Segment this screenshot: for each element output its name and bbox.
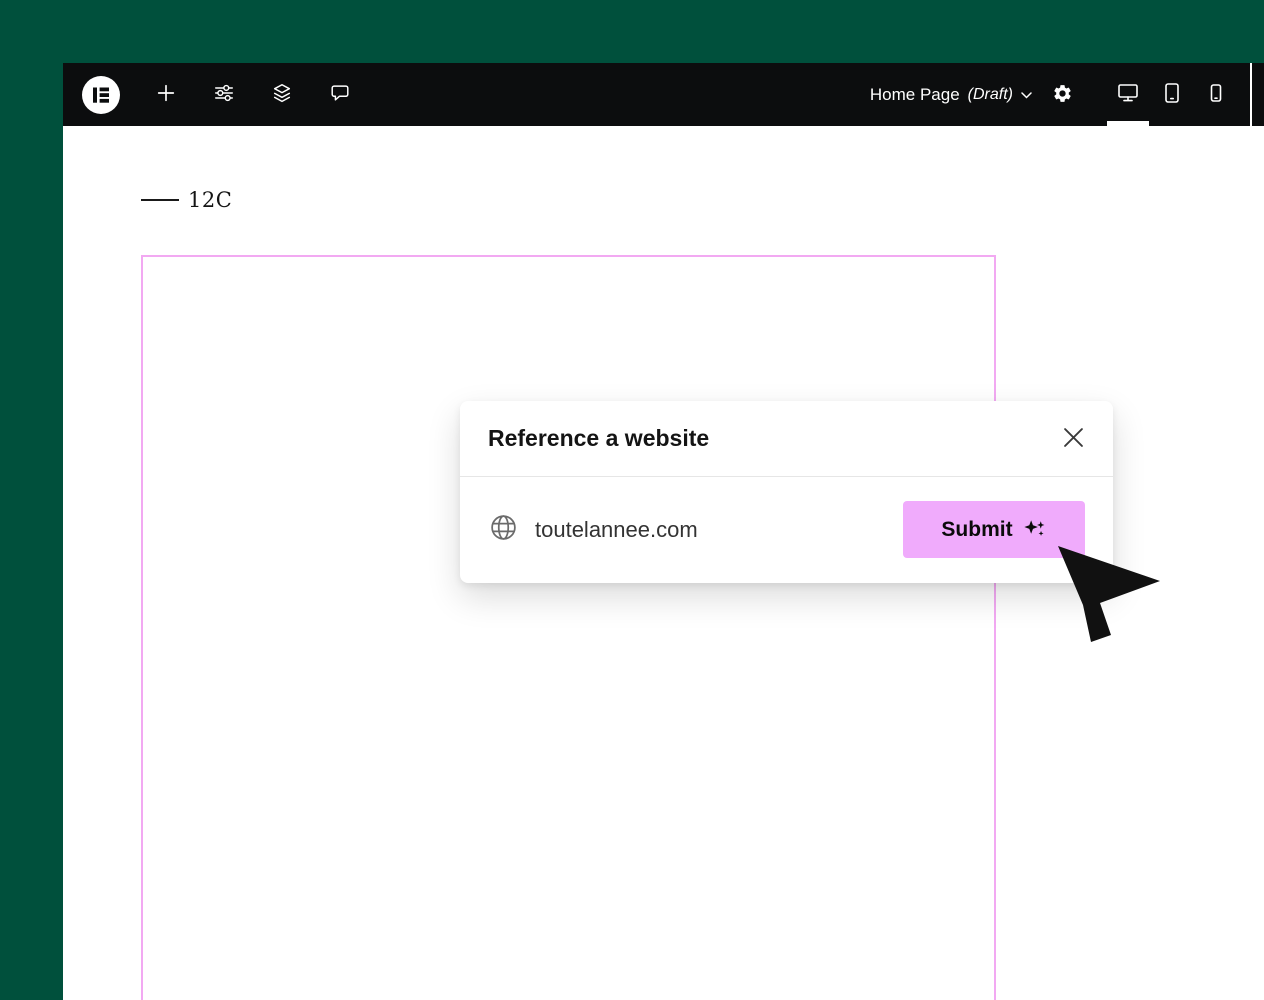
reference-website-modal: Reference a website xyxy=(460,401,1113,583)
sliders-icon xyxy=(213,82,235,107)
modal-body: Submit xyxy=(460,477,1113,582)
add-element-button[interactable] xyxy=(154,83,178,107)
desktop-monitor-icon xyxy=(1116,81,1140,108)
page-switcher[interactable]: Home Page (Draft) xyxy=(870,85,1032,105)
topbar-right-stub xyxy=(1252,63,1264,126)
device-desktop-button[interactable] xyxy=(1116,83,1140,107)
plus-icon xyxy=(155,82,177,107)
device-mobile-button[interactable] xyxy=(1204,83,1228,107)
site-settings-button[interactable] xyxy=(212,83,236,107)
responsive-device-switcher xyxy=(1116,83,1228,107)
submit-button-label: Submit xyxy=(941,518,1012,542)
active-device-indicator xyxy=(1107,121,1149,128)
close-icon xyxy=(1064,428,1083,450)
notes-button[interactable] xyxy=(328,83,352,107)
structure-button[interactable] xyxy=(270,83,294,107)
tablet-icon xyxy=(1160,81,1184,108)
selected-section-outline[interactable] xyxy=(141,255,996,1000)
editor-backdrop: Home Page (Draft) xyxy=(0,0,1264,1000)
page-switcher-status: (Draft) xyxy=(968,86,1013,104)
topbar-left-group xyxy=(63,76,352,114)
elementor-logo-icon xyxy=(82,102,120,117)
speech-bubble-icon xyxy=(329,82,351,107)
layers-icon xyxy=(271,82,293,107)
sparkles-icon xyxy=(1022,516,1047,544)
topbar-right-group: Home Page (Draft) xyxy=(870,63,1264,126)
gear-icon xyxy=(1052,83,1073,107)
modal-header: Reference a website xyxy=(460,401,1113,477)
chevron-down-icon xyxy=(1021,86,1032,104)
globe-icon xyxy=(488,512,519,548)
page-canvas: 12C Reference a website xyxy=(63,126,1264,1000)
page-switcher-title: Home Page xyxy=(870,85,960,105)
elementor-logo-button[interactable] xyxy=(82,76,120,114)
canvas-heading-widget[interactable]: 12C xyxy=(141,188,232,212)
submit-button[interactable]: Submit xyxy=(903,501,1085,558)
page-settings-button[interactable] xyxy=(1050,83,1074,107)
device-tablet-button[interactable] xyxy=(1160,83,1184,107)
modal-title: Reference a website xyxy=(488,425,709,452)
editor-topbar: Home Page (Draft) xyxy=(63,63,1264,126)
modal-close-button[interactable] xyxy=(1061,427,1085,451)
heading-label: 12C xyxy=(188,188,232,212)
website-url-input[interactable] xyxy=(535,517,887,543)
decorative-line xyxy=(141,199,179,201)
mobile-phone-icon xyxy=(1204,81,1228,108)
